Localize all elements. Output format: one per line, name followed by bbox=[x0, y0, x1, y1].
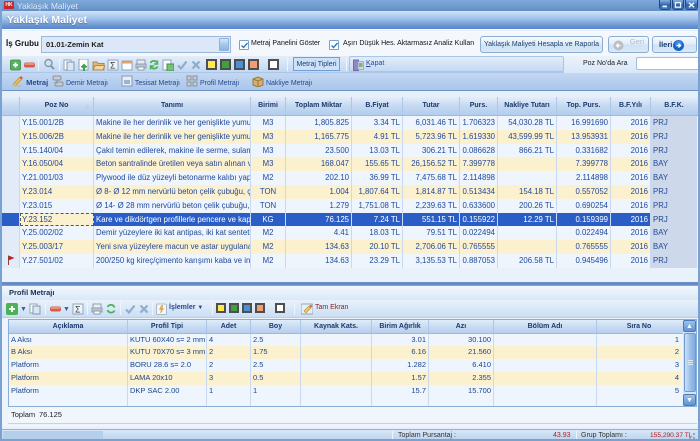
svg-text:Σ: Σ bbox=[110, 61, 116, 71]
svg-text:Σ: Σ bbox=[75, 305, 81, 315]
